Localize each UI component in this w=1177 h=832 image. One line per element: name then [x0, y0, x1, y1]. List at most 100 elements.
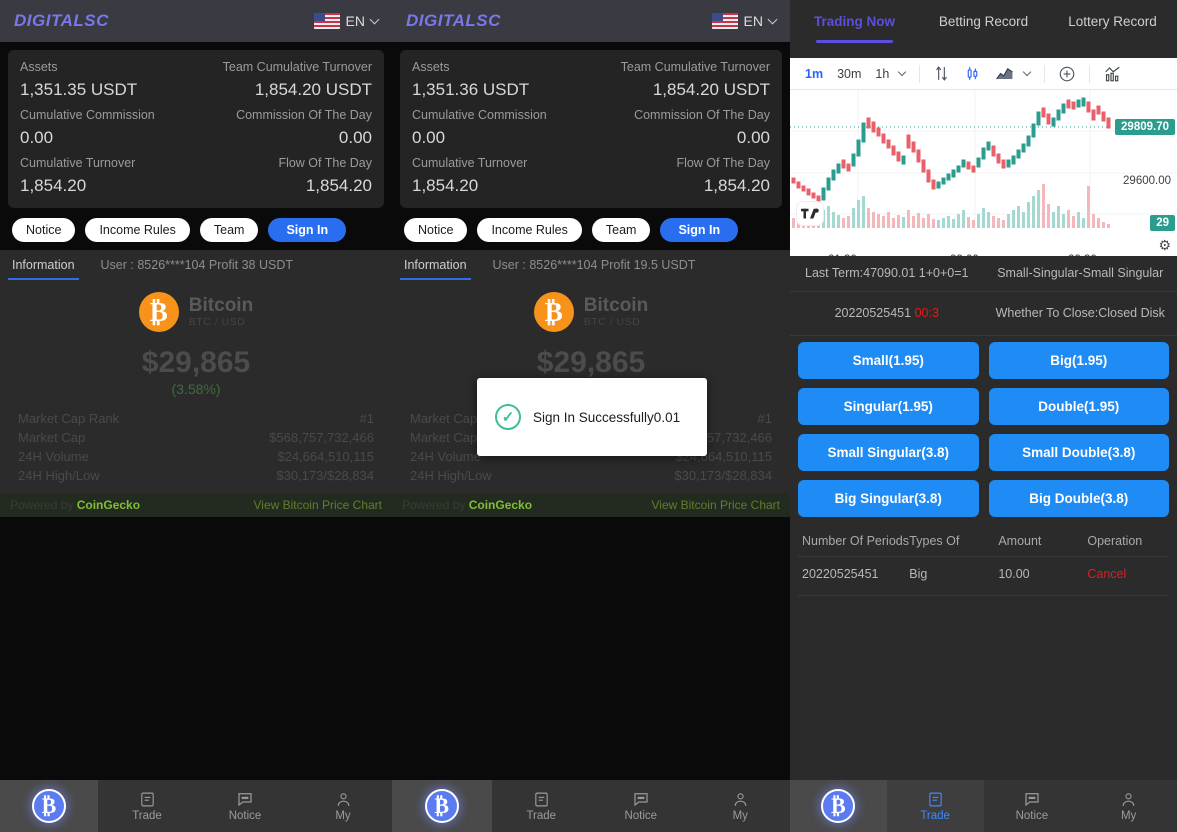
- bet-double-button[interactable]: Double(1.95): [988, 387, 1169, 425]
- flow-day-label: Flow Of The Day: [278, 156, 372, 170]
- bet-big-button[interactable]: Big(1.95): [988, 341, 1169, 379]
- coin-stat-value: #1: [359, 411, 374, 426]
- countdown-timer: 00:3: [914, 305, 939, 320]
- information-bar: Information User : 8526****104 Profit 38…: [0, 250, 392, 280]
- user-icon: [1120, 790, 1137, 808]
- area-chart-icon[interactable]: [988, 65, 1021, 82]
- bet-row: Singular(1.95) Double(1.95): [798, 387, 1169, 425]
- coin-pair: BTC / USD: [188, 315, 246, 328]
- bet-small-button[interactable]: Small(1.95): [798, 341, 979, 379]
- powered-by-prefix: Powered by: [402, 498, 466, 512]
- income-rules-button[interactable]: Income Rules: [477, 218, 582, 242]
- language-label: EN: [743, 13, 763, 29]
- bitcoin-icon: ₿: [138, 292, 179, 332]
- flow-day-value: 1,854.20: [703, 176, 770, 195]
- app-header: DIGITALSC EN: [0, 0, 392, 42]
- timeframe-1h[interactable]: 1h: [868, 67, 896, 81]
- stats-section: Assets Team Cumulative Turnover 1,351.35…: [0, 42, 392, 208]
- tab-betting-record[interactable]: Betting Record: [919, 14, 1048, 43]
- nav-my[interactable]: My: [1080, 780, 1177, 832]
- bet-singular-button[interactable]: Singular(1.95): [798, 387, 979, 425]
- column-header-operation: Operation: [1087, 533, 1143, 548]
- coingecko-brand: CoinGecko: [468, 498, 533, 512]
- bet-history-table: Number Of Periods Types Of Amount Operat…: [790, 527, 1177, 596]
- timeframe-30m[interactable]: 30m: [830, 67, 868, 81]
- cumulative-turnover-value: 1,854.20: [20, 176, 87, 195]
- nav-notice[interactable]: Notice: [196, 780, 294, 832]
- cumulative-turnover-label: Cumulative Turnover: [20, 156, 136, 170]
- trade-icon: [139, 790, 156, 808]
- nav-trade[interactable]: Trade: [492, 780, 592, 832]
- view-price-chart-link[interactable]: View Bitcoin Price Chart: [652, 498, 781, 512]
- app-header: DIGITALSC EN: [392, 0, 790, 42]
- team-button[interactable]: Team: [591, 218, 651, 242]
- language-selector[interactable]: EN: [313, 13, 380, 29]
- tab-lottery-record[interactable]: Lottery Record: [1048, 14, 1177, 43]
- cumulative-commission-value: 0.00: [412, 128, 446, 147]
- tab-information[interactable]: Information: [0, 250, 87, 280]
- nav-notice[interactable]: Notice: [591, 780, 691, 832]
- bet-small-singular-button[interactable]: Small Singular(3.8): [798, 433, 979, 471]
- nav-home[interactable]: ₿: [392, 780, 492, 832]
- income-rules-button[interactable]: Income Rules: [85, 218, 190, 242]
- bet-small-double-button[interactable]: Small Double(3.8): [988, 433, 1169, 471]
- chart-svg: [790, 90, 1177, 256]
- phone-panel-2: DIGITALSC EN Assets Team Cumulative Turn…: [392, 0, 790, 832]
- us-flag-icon: [313, 13, 340, 29]
- nav-home[interactable]: ₿: [0, 780, 98, 832]
- nav-notice[interactable]: Notice: [984, 780, 1081, 832]
- nav-my[interactable]: My: [294, 780, 392, 832]
- team-turnover-value: 1,854.20 USDT: [254, 80, 372, 99]
- coin-info-block: ₿ Bitcoin BTC / USD $29,865 (3.58%) Mark…: [0, 280, 392, 493]
- notice-button[interactable]: Notice: [404, 218, 468, 242]
- tab-trading-now[interactable]: Trading Now: [790, 14, 919, 43]
- coin-name: Bitcoin: [583, 294, 649, 316]
- tradingview-logo-icon: [796, 201, 824, 226]
- nav-trade[interactable]: Trade: [886, 780, 984, 832]
- volume-tag: 29: [1150, 215, 1175, 231]
- team-turnover-label: Team Cumulative Turnover: [222, 60, 372, 74]
- candlestick-icon[interactable]: [957, 65, 988, 82]
- commission-day-value: 0.00: [736, 128, 770, 147]
- language-selector[interactable]: EN: [711, 13, 778, 29]
- bet-big-singular-button[interactable]: Big Singular(3.8): [798, 479, 979, 517]
- column-header-amount: Amount: [998, 533, 1042, 548]
- indicators-icon[interactable]: [1096, 65, 1129, 83]
- bet-big-double-button[interactable]: Big Double(3.8): [988, 479, 1169, 517]
- notice-chat-icon: [1023, 790, 1041, 808]
- candlestick-plot[interactable]: 29809.70 29600.00 29 21:30 22:00 22:30 ⚙: [790, 90, 1177, 256]
- cancel-bet-button[interactable]: Cancel: [1087, 567, 1126, 581]
- assets-value: 1,351.35 USDT: [20, 80, 138, 99]
- sign-in-button[interactable]: Sign In: [660, 218, 739, 242]
- list-item: Market Cap $568,757,732,466: [406, 428, 776, 447]
- nav-label: My: [1120, 810, 1137, 822]
- timeframe-1m[interactable]: 1m: [798, 67, 830, 81]
- nav-trade[interactable]: Trade: [98, 780, 196, 832]
- notice-button[interactable]: Notice: [12, 218, 76, 242]
- coin-stat-label: Market Cap: [410, 430, 478, 445]
- information-bar: Information User : 8526****104 Profit 19…: [392, 250, 790, 280]
- action-buttons: Notice Income Rules Team Sign In: [0, 208, 392, 250]
- phone-panel-1: DIGITALSC EN Assets Team Cumulative Turn…: [0, 0, 392, 832]
- nav-home[interactable]: ₿: [790, 780, 887, 832]
- x-tick: 22:30: [1068, 254, 1097, 256]
- commission-day-value: 0.00: [338, 128, 372, 147]
- notice-chat-icon: [236, 790, 254, 808]
- bet-row: Big Singular(3.8) Big Double(3.8): [798, 479, 1169, 517]
- view-price-chart-link[interactable]: View Bitcoin Price Chart: [254, 498, 383, 512]
- nav-my[interactable]: My: [691, 780, 791, 832]
- trade-icon: [533, 790, 550, 808]
- table-row: 20220525451 Big 10.00 Cancel: [798, 557, 1169, 596]
- coin-stat-label: 24H High/Low: [18, 468, 100, 483]
- compare-icon[interactable]: [926, 65, 957, 82]
- tab-information[interactable]: Information: [392, 250, 479, 280]
- chevron-down-icon[interactable]: [898, 67, 907, 77]
- plus-circle-icon[interactable]: [1051, 65, 1083, 83]
- team-button[interactable]: Team: [199, 218, 259, 242]
- chevron-down-icon[interactable]: [1023, 67, 1032, 77]
- list-item: Market Cap Rank #1: [406, 409, 776, 428]
- flow-day-value: 1,854.20: [305, 176, 372, 195]
- sign-in-button[interactable]: Sign In: [268, 218, 347, 242]
- gear-icon[interactable]: ⚙: [1158, 237, 1171, 254]
- price-chart[interactable]: 1m 30m 1h 29809.70 29600.00 29 ⚙: [790, 58, 1177, 256]
